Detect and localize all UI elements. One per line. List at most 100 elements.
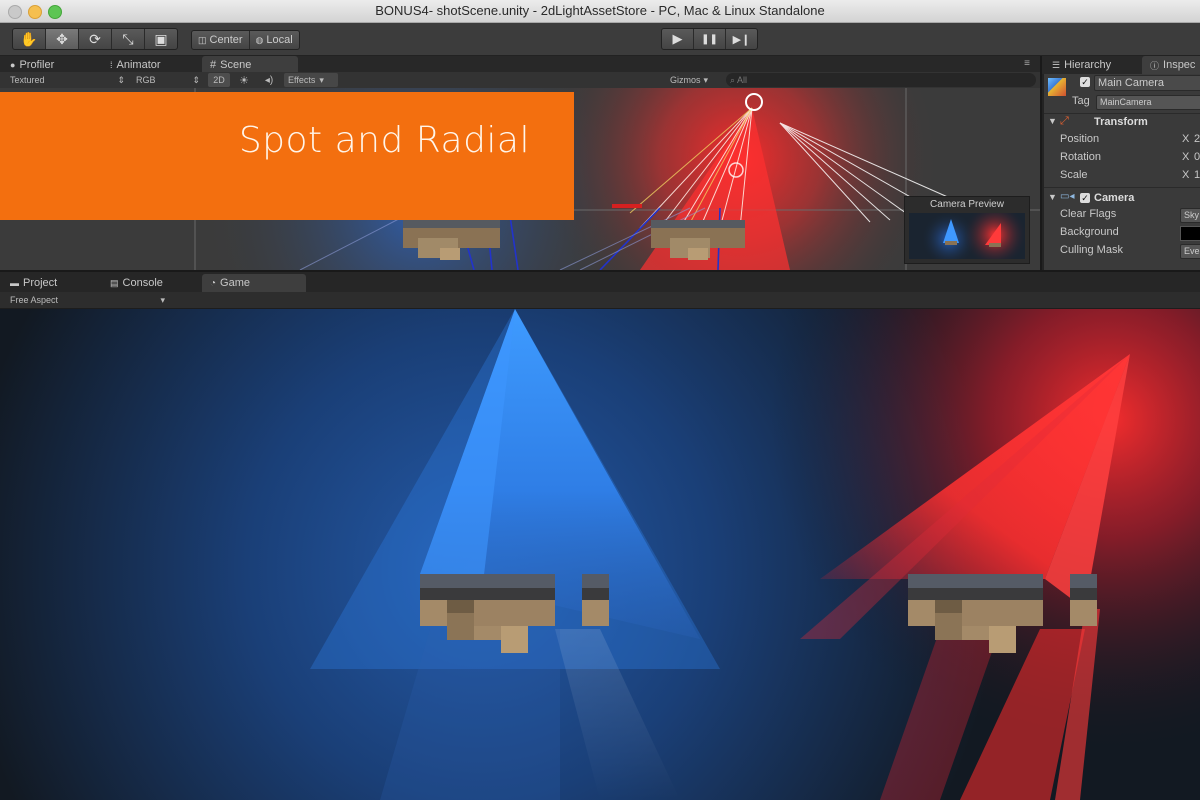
render-mode-dropdown[interactable]: RGB ⇕ xyxy=(136,73,200,87)
hierarchy-icon: ☰ xyxy=(1052,59,1061,70)
scale-x-label: X xyxy=(1182,169,1190,181)
camera-icon: ▭◂ xyxy=(1060,191,1075,202)
gizmos-dropdown[interactable]: Gizmos ▾ xyxy=(670,73,718,87)
tab-inspector[interactable]: ⓘ Inspec xyxy=(1142,56,1200,74)
transform-tools: ✋ ✥ ⟳ ⤡ ▣ xyxy=(12,28,178,50)
effects-dropdown[interactable]: Effects ▾ xyxy=(284,73,338,87)
speaker-icon: ◂) xyxy=(264,74,274,86)
tab-console-label: Console xyxy=(122,277,163,289)
tab-inspector-label: Inspec xyxy=(1163,59,1196,71)
dropdown-arrow-icon: ▾ xyxy=(160,294,165,305)
rotation-x-label: X xyxy=(1182,151,1190,163)
foldout-arrow-icon[interactable]: ▼ xyxy=(1048,116,1057,126)
shading-mode-label: Textured xyxy=(10,75,45,85)
pivot-center-label: Center xyxy=(209,34,243,46)
tab-hierarchy-label: Hierarchy xyxy=(1064,59,1112,71)
rotation-x-field[interactable]: 0 xyxy=(1194,151,1200,163)
step-button[interactable]: ▶❙ xyxy=(726,29,757,49)
play-button[interactable]: ▶ xyxy=(662,29,694,49)
console-icon: ▤ xyxy=(110,277,119,288)
hand-tool-button[interactable]: ✋ xyxy=(13,29,46,49)
hand-icon: ✋ xyxy=(20,30,38,47)
tab-game[interactable]: ◔ Game xyxy=(202,274,306,292)
position-x-field[interactable]: 2 xyxy=(1194,133,1200,145)
position-label: Position xyxy=(1060,133,1100,145)
object-name-field[interactable]: Main Camera xyxy=(1094,75,1200,91)
pivot-toggles: ◫ Center ◍ Local xyxy=(191,30,300,50)
dropdown-arrow-icon: ▾ xyxy=(703,74,709,85)
tab-profiler-label: Profiler xyxy=(19,59,55,71)
aspect-label: Free Aspect xyxy=(10,295,59,305)
play-controls: ▶ ❚❚ ▶❙ xyxy=(661,28,758,50)
search-placeholder: All xyxy=(737,75,748,85)
rect-icon: ▣ xyxy=(154,30,168,47)
camera-enabled-checkbox[interactable]: ✓ xyxy=(1080,193,1090,203)
camera-title: Camera xyxy=(1094,192,1135,204)
play-icon: ▶ xyxy=(672,31,683,46)
banner-title: Spot and Radial xyxy=(238,120,530,161)
divider xyxy=(1044,113,1200,114)
tab-game-label: Game xyxy=(220,277,251,289)
aspect-dropdown[interactable]: Free Aspect ▾ xyxy=(10,293,165,307)
scene-search-field[interactable]: ⌕ All xyxy=(726,73,1036,87)
rotation-label: Rotation xyxy=(1060,151,1101,163)
inspector-panel: ✓ Main Camera Tag MainCamera ▼ ⤢ Transfo… xyxy=(1042,74,1200,270)
divider xyxy=(1044,187,1200,188)
camera-preview-panel: Camera Preview xyxy=(904,196,1030,264)
pivot-local-toggle[interactable]: ◍ Local xyxy=(250,31,299,49)
inspector-tab-strip: ☰ Hierarchy ⓘ Inspec xyxy=(1042,56,1200,74)
active-checkbox[interactable]: ✓ xyxy=(1080,77,1090,87)
tag-dropdown[interactable]: MainCamera xyxy=(1096,95,1200,110)
2d-mode-toggle[interactable]: 2D xyxy=(208,73,230,87)
pivot-local-label: Local xyxy=(266,34,293,46)
background-color-swatch[interactable] xyxy=(1180,226,1200,241)
tab-hierarchy[interactable]: ☰ Hierarchy xyxy=(1044,56,1144,74)
scene-audio-toggle[interactable]: ◂) xyxy=(260,73,278,87)
camera-preview-title: Camera Preview xyxy=(930,199,1004,210)
animator-icon: ⁞ xyxy=(110,60,113,70)
move-tool-button[interactable]: ✥ xyxy=(46,29,79,49)
search-icon: ⌕ xyxy=(730,74,736,85)
tab-menu-icon[interactable]: ≡ xyxy=(1024,58,1030,69)
tab-project[interactable]: ▬ Project xyxy=(2,274,100,292)
camera-preview-image xyxy=(909,213,1025,259)
pacman-icon: ◔ xyxy=(210,277,217,289)
scene-lighting-toggle[interactable]: ☀ xyxy=(236,73,252,87)
clear-flags-dropdown[interactable]: Sky xyxy=(1180,208,1200,223)
rotate-icon: ⟳ xyxy=(89,30,101,47)
folder-icon: ▬ xyxy=(10,278,19,288)
game-tab-strip: ▬ Project ▤ Console ◔ Game xyxy=(0,272,1200,292)
tab-project-label: Project xyxy=(23,277,58,289)
game-viewport[interactable] xyxy=(0,309,1200,800)
background-label: Background xyxy=(1060,226,1119,238)
position-x-label: X xyxy=(1182,133,1190,145)
scale-x-field[interactable]: 1 xyxy=(1194,169,1200,181)
scene-options-bar: Textured ⇕ RGB ⇕ 2D ☀ ◂) Effects ▾ Gizmos ▾ … xyxy=(0,72,1040,89)
title-banner: Spot and Radial xyxy=(0,92,574,220)
main-toolbar: ✋ ✥ ⟳ ⤡ ▣ ◫ Center ◍ Local ▶ ❚❚ ▶❙ xyxy=(0,23,1200,56)
globe-icon: ◍ xyxy=(255,34,264,45)
transform-title: Transform xyxy=(1094,116,1148,128)
window-title: BONUS4- shotScene.unity - 2dLightAssetSt… xyxy=(375,3,825,18)
gameobject-cube-icon xyxy=(1048,78,1066,96)
tab-console[interactable]: ▤ Console xyxy=(102,274,200,292)
info-icon: ⓘ xyxy=(1150,60,1160,71)
culling-mask-dropdown[interactable]: Eve xyxy=(1180,244,1200,259)
rect-tool-button[interactable]: ▣ xyxy=(145,29,177,49)
pause-icon: ❚❚ xyxy=(701,33,718,45)
shading-mode-dropdown[interactable]: Textured ⇕ xyxy=(10,73,125,87)
pause-button[interactable]: ❚❚ xyxy=(694,29,726,49)
rotate-tool-button[interactable]: ⟳ xyxy=(79,29,112,49)
scale-tool-button[interactable]: ⤡ xyxy=(112,29,145,49)
foldout-arrow-icon[interactable]: ▼ xyxy=(1048,192,1057,202)
pivot-icon: ◫ xyxy=(198,34,207,45)
dropdown-arrows-icon: ⇕ xyxy=(192,74,200,85)
render-mode-label: RGB xyxy=(136,75,156,85)
pivot-center-toggle[interactable]: ◫ Center xyxy=(192,31,250,49)
dropdown-arrow-icon: ▾ xyxy=(319,74,324,85)
clear-flags-label: Clear Flags xyxy=(1060,208,1117,220)
scale-icon: ⤡ xyxy=(122,30,134,47)
tab-scene-label: Scene xyxy=(220,59,252,71)
sun-icon: ☀ xyxy=(239,74,249,87)
tab-animator-label: Animator xyxy=(116,59,161,71)
